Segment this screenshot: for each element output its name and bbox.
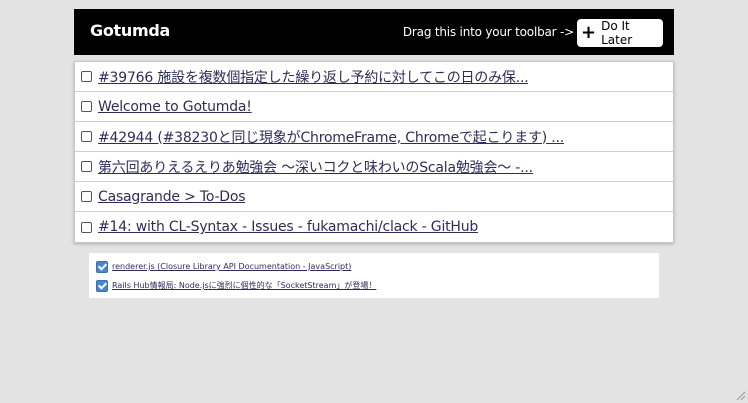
task-link[interactable]: Welcome to Gotumda! bbox=[98, 99, 252, 115]
task-checkbox[interactable] bbox=[81, 161, 92, 172]
do-it-later-button[interactable]: + Do It Later bbox=[577, 19, 663, 47]
completed-row: Rails Hub情報局: Node.jsに強烈に個性的な「SocketStre… bbox=[89, 276, 659, 295]
top-bar: Gotumda Drag this into your toolbar -> +… bbox=[74, 9, 674, 55]
task-link[interactable]: #14: with CL-Syntax - Issues - fukamachi… bbox=[98, 219, 478, 235]
checked-checkbox[interactable] bbox=[96, 260, 108, 273]
task-link[interactable]: #39766 施設を複数個指定した繰り返し予約に対してこの日のみ保... bbox=[98, 67, 528, 87]
checked-checkbox[interactable] bbox=[96, 279, 108, 292]
completed-link[interactable]: Rails Hub情報局: Node.jsに強烈に個性的な「SocketStre… bbox=[112, 280, 376, 291]
completed-link[interactable]: renderer.js (Closure Library API Documen… bbox=[112, 262, 351, 271]
task-checkbox[interactable] bbox=[81, 131, 92, 142]
brand-logo[interactable]: Gotumda bbox=[90, 21, 170, 40]
completed-list: renderer.js (Closure Library API Documen… bbox=[89, 253, 659, 298]
task-link[interactable]: #42944 (#38230と同じ現象がChromeFrame, Chromeで… bbox=[98, 127, 564, 147]
resize-grip-icon[interactable] bbox=[736, 391, 746, 401]
task-row: Welcome to Gotumda! bbox=[75, 92, 673, 122]
task-checkbox[interactable] bbox=[81, 191, 92, 202]
task-row: #42944 (#38230と同じ現象がChromeFrame, Chromeで… bbox=[75, 122, 673, 152]
completed-row: renderer.js (Closure Library API Documen… bbox=[89, 257, 659, 276]
task-checkbox[interactable] bbox=[81, 221, 92, 233]
task-list: #39766 施設を複数個指定した繰り返し予約に対してこの日のみ保... Wel… bbox=[74, 61, 674, 243]
task-checkbox[interactable] bbox=[81, 71, 92, 82]
task-row: 第六回ありえるえりあ勉強会 〜深いコクと味わいのScala勉強会〜 -... bbox=[75, 152, 673, 182]
task-checkbox[interactable] bbox=[81, 101, 92, 112]
task-row: Casagrande > To-Dos bbox=[75, 182, 673, 212]
task-row: #14: with CL-Syntax - Issues - fukamachi… bbox=[75, 212, 673, 242]
task-link[interactable]: 第六回ありえるえりあ勉強会 〜深いコクと味わいのScala勉強会〜 -... bbox=[98, 157, 533, 177]
task-row: #39766 施設を複数個指定した繰り返し予約に対してこの日のみ保... bbox=[75, 62, 673, 92]
task-link[interactable]: Casagrande > To-Dos bbox=[98, 189, 245, 205]
do-it-later-label: Do It Later bbox=[601, 19, 633, 47]
drag-hint-text: Drag this into your toolbar -> bbox=[402, 25, 574, 39]
plus-icon: + bbox=[581, 22, 597, 43]
